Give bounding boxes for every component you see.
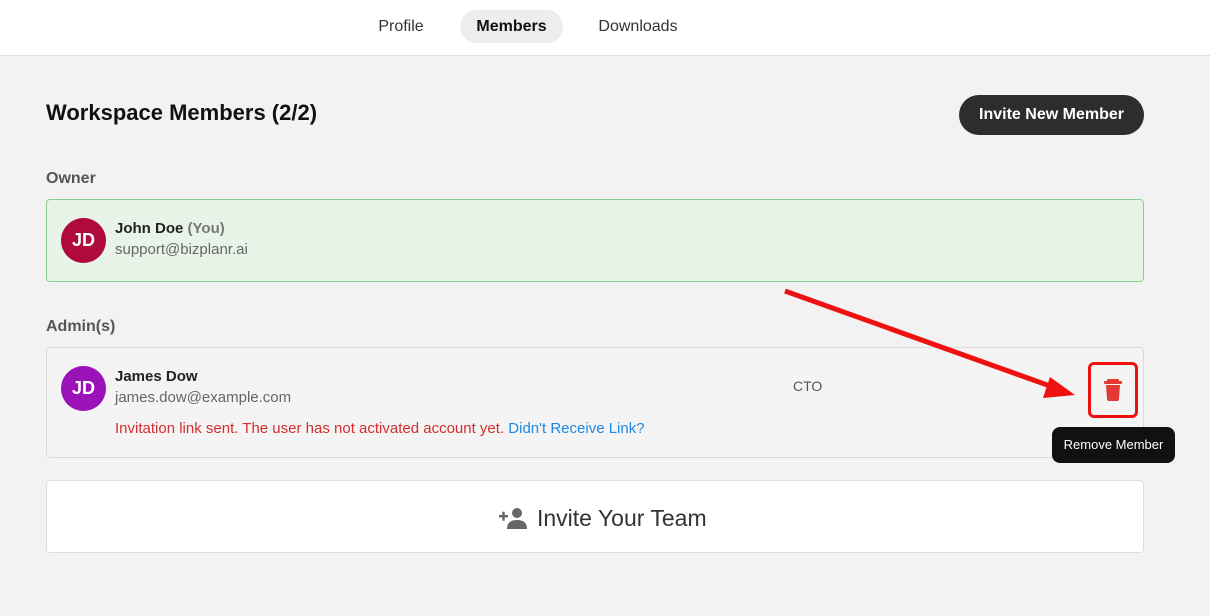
member-name-text: John Doe [115, 220, 184, 237]
resend-link[interactable]: Didn't Receive Link? [508, 420, 644, 437]
you-indicator: (You) [187, 220, 225, 237]
remove-member-button[interactable] [1088, 362, 1138, 418]
admin-member-card: JD James Dow james.dow@example.com CTO I… [46, 347, 1144, 458]
remove-member-tooltip: Remove Member [1052, 427, 1175, 463]
person-add-icon [499, 508, 527, 529]
avatar: JD [61, 218, 106, 263]
page-title: Workspace Members (2/2) [46, 100, 318, 125]
tab-profile[interactable]: Profile [363, 10, 439, 43]
top-nav: Profile Members Downloads [0, 0, 1210, 56]
member-email: support@bizplanr.ai [115, 241, 248, 258]
invite-your-team-label: Invite Your Team [537, 504, 707, 531]
member-role: CTO [793, 378, 823, 394]
invitation-status-text: Invitation link sent. The user has not a… [115, 420, 505, 437]
avatar: JD [61, 366, 106, 411]
tab-downloads[interactable]: Downloads [583, 10, 693, 43]
invite-your-team-button[interactable]: Invite Your Team [46, 480, 1144, 553]
invitation-status: Invitation link sent. The user has not a… [115, 420, 645, 437]
owner-member-card: JD John Doe (You) support@bizplanr.ai [46, 199, 1144, 282]
admin-section-label: Admin(s) [46, 318, 116, 335]
member-name: John Doe (You) [115, 220, 225, 237]
invite-new-member-button[interactable]: Invite New Member [959, 95, 1144, 135]
member-email: james.dow@example.com [115, 389, 292, 406]
owner-section-label: Owner [46, 170, 96, 187]
tab-members[interactable]: Members [460, 10, 563, 43]
member-name: James Dow [115, 368, 198, 385]
trash-icon [1104, 379, 1122, 401]
